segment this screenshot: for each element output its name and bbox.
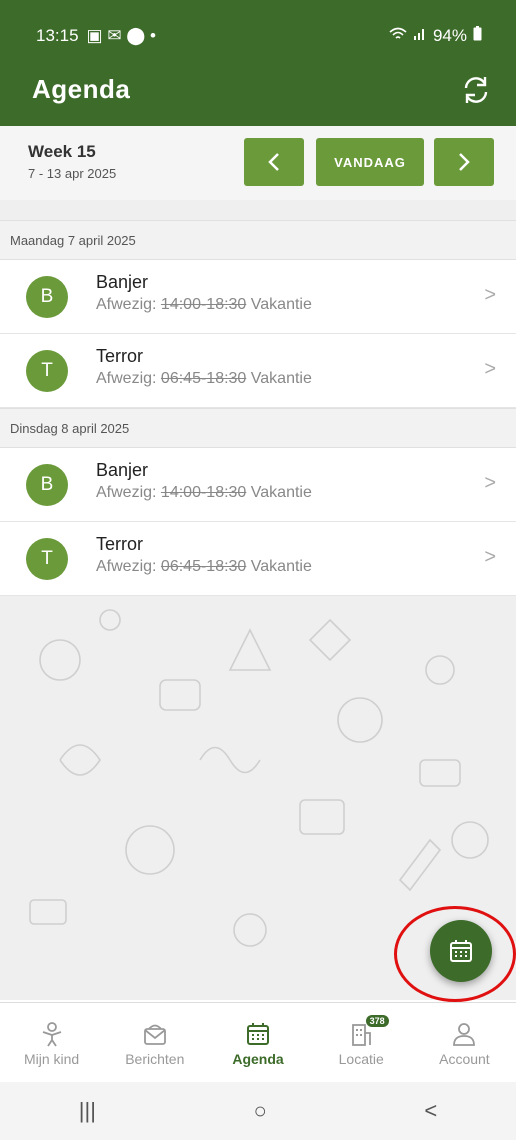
- list-item[interactable]: B Banjer Afwezig: 14:00-18:30 Vakantie >: [0, 448, 516, 522]
- nav-mijn-kind[interactable]: Mijn kind: [0, 1003, 103, 1082]
- battery-percent: 94%: [432, 26, 467, 45]
- chevron-right-icon: >: [484, 358, 496, 380]
- notification-icons: ▣ ✉ ⬤ •: [86, 26, 156, 45]
- nav-label: Account: [439, 1051, 490, 1067]
- absence-time: 06:45-18:30: [160, 370, 247, 387]
- battery-icon: [473, 26, 482, 46]
- previous-week-button[interactable]: [244, 138, 304, 186]
- absence-reason: Vakantie: [250, 296, 312, 313]
- day-header: Dinsdag 8 april 2025: [0, 408, 516, 448]
- list-item[interactable]: T Terror Afwezig: 06:45-18:30 Vakantie >: [0, 334, 516, 408]
- calendar-fab-button[interactable]: [430, 920, 492, 982]
- chevron-right-icon: >: [484, 284, 496, 306]
- absence-prefix: Afwezig:: [96, 484, 157, 501]
- back-button[interactable]: <: [424, 1098, 437, 1124]
- absence-reason: Vakantie: [250, 370, 312, 387]
- week-label: Week 15: [28, 142, 96, 161]
- nav-label: Locatie: [338, 1051, 384, 1067]
- absence-prefix: Afwezig:: [96, 558, 157, 575]
- nav-locatie[interactable]: 378 Locatie: [310, 1003, 413, 1082]
- child-name: Banjer: [96, 460, 149, 480]
- envelope-icon: [143, 1024, 166, 1045]
- absence-detail: Afwezig: 06:45-18:30 Vakantie: [96, 370, 312, 388]
- list-item[interactable]: B Banjer Afwezig: 14:00-18:30 Vakantie >: [0, 260, 516, 334]
- nav-account[interactable]: Account: [413, 1003, 516, 1082]
- nav-agenda[interactable]: Agenda: [206, 1003, 309, 1082]
- system-navigation: ||| ○ <: [0, 1082, 516, 1140]
- child-name: Terror: [96, 346, 144, 366]
- child-name: Banjer: [96, 272, 149, 292]
- absence-prefix: Afwezig:: [96, 370, 157, 387]
- calendar-icon: [450, 940, 472, 962]
- absence-prefix: Afwezig:: [96, 296, 157, 313]
- calendar-icon: [247, 1023, 269, 1045]
- absence-detail: Afwezig: 14:00-18:30 Vakantie: [96, 484, 312, 502]
- next-week-button[interactable]: [434, 138, 494, 186]
- child-icon: [42, 1022, 61, 1047]
- app-bar: Agenda: [0, 60, 516, 126]
- nav-berichten[interactable]: Berichten: [103, 1003, 206, 1082]
- avatar: T: [26, 350, 68, 392]
- notification-badge: 378: [365, 1015, 389, 1027]
- recent-apps-button[interactable]: |||: [79, 1098, 96, 1124]
- bottom-navigation: Mijn kind Berichten Agenda 378 Locatie A…: [0, 1002, 516, 1082]
- absence-time: 14:00-18:30: [160, 484, 247, 501]
- list-item[interactable]: T Terror Afwezig: 06:45-18:30 Vakantie >: [0, 522, 516, 596]
- status-right: 94%: [389, 26, 482, 46]
- absence-time: 14:00-18:30: [160, 296, 247, 313]
- agenda-list: Maandag 7 april 2025 B Banjer Afwezig: 1…: [0, 220, 516, 596]
- chevron-right-icon: >: [484, 472, 496, 494]
- absence-detail: Afwezig: 06:45-18:30 Vakantie: [96, 558, 312, 576]
- avatar: B: [26, 276, 68, 318]
- nav-label: Berichten: [125, 1051, 185, 1067]
- absence-time: 06:45-18:30: [160, 558, 247, 575]
- absence-detail: Afwezig: 14:00-18:30 Vakantie: [96, 296, 312, 314]
- child-name: Terror: [96, 534, 144, 554]
- chevron-left-icon: [268, 153, 279, 171]
- person-icon: [453, 1023, 476, 1046]
- chevron-right-icon: [459, 153, 470, 171]
- day-header: Maandag 7 april 2025: [0, 220, 516, 260]
- avatar: B: [26, 464, 68, 506]
- chevron-right-icon: >: [484, 546, 496, 568]
- refresh-icon[interactable]: [458, 72, 494, 108]
- home-button[interactable]: ○: [254, 1098, 267, 1124]
- page-title: Agenda: [32, 74, 131, 104]
- clock: 13:15: [36, 26, 79, 45]
- wifi-icon: [389, 26, 407, 46]
- week-navigator: Week 15 7 - 13 apr 2025 VANDAAG: [0, 126, 516, 200]
- nav-label: Mijn kind: [23, 1051, 80, 1067]
- today-button[interactable]: VANDAAG: [316, 138, 424, 186]
- nav-label: Agenda: [232, 1051, 284, 1067]
- absence-reason: Vakantie: [250, 558, 312, 575]
- absence-reason: Vakantie: [250, 484, 312, 501]
- status-bar: 13:15 ▣ ✉ ⬤ • 94%: [0, 0, 516, 60]
- week-range: 7 - 13 apr 2025: [28, 166, 117, 181]
- signal-icon: [413, 26, 427, 46]
- status-time: 13:15 ▣ ✉ ⬤ •: [36, 26, 156, 46]
- avatar: T: [26, 538, 68, 580]
